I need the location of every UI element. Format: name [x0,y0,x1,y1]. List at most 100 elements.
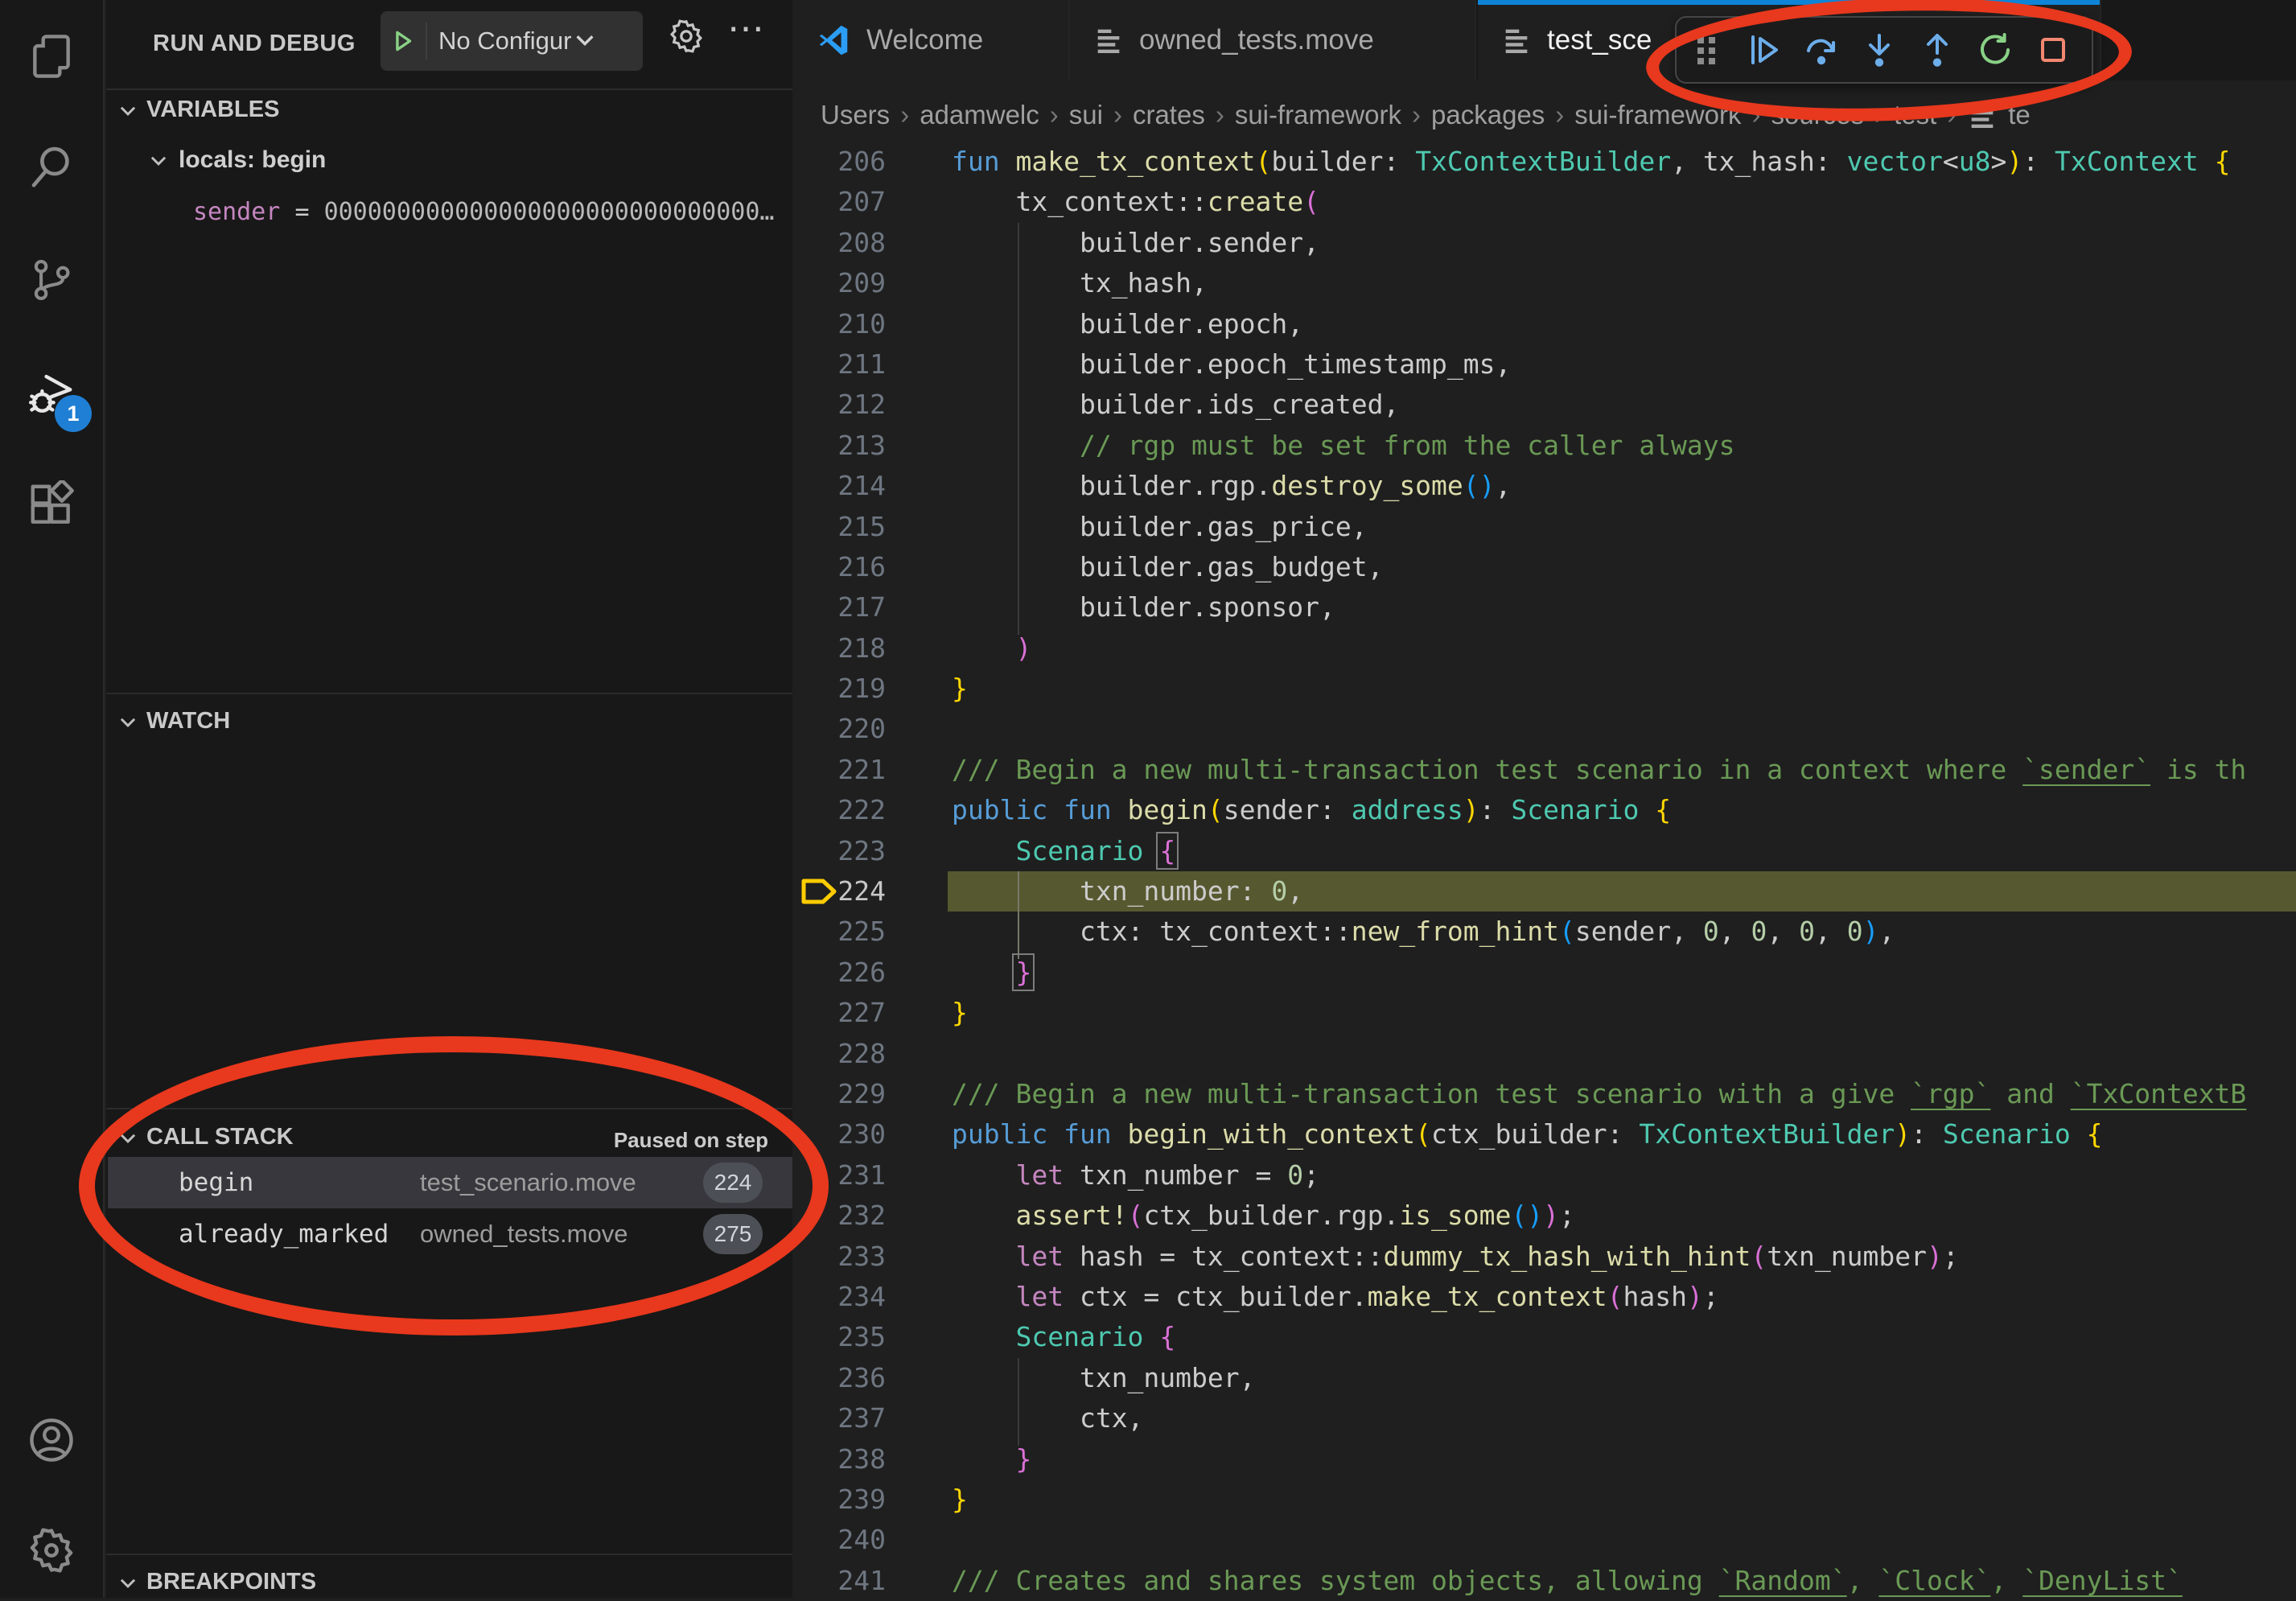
line-number[interactable]: 234 [792,1277,952,1317]
watch-section-header[interactable]: WATCH [117,708,230,735]
stop[interactable] [2024,18,2082,82]
code-line-223[interactable]: 223 Scenario { [792,831,2296,871]
tab-owned-tests-move[interactable]: owned_tests.move [1070,0,1476,80]
line-number[interactable]: 230 [792,1114,952,1154]
line-number[interactable]: 218 [792,628,952,669]
code-line-218[interactable]: 218 ) [792,628,2296,669]
line-number[interactable]: 217 [792,587,952,628]
line-number[interactable]: 231 [792,1155,952,1196]
line-number[interactable]: 219 [792,669,952,709]
code-line-226[interactable]: 226 } [792,953,2296,993]
breadcrumb-item[interactable]: adamwelc [920,100,1039,130]
line-number[interactable]: 211 [792,344,952,385]
code-line-208[interactable]: 208 builder.sender, [792,223,2296,263]
step-out[interactable] [1908,18,1966,82]
code-line-236[interactable]: 236 txn_number, [792,1358,2296,1398]
code-line-216[interactable]: 216 builder.gas_budget, [792,547,2296,587]
code-line-230[interactable]: 230public fun begin_with_context(ctx_bui… [792,1114,2296,1154]
variable-row[interactable]: sender = 000000000000000000000000000000… [193,198,774,226]
line-number[interactable]: 210 [792,304,952,344]
code-line-241[interactable]: 241/// Creates and shares system objects… [792,1561,2296,1601]
line-number[interactable]: 229 [792,1074,952,1114]
line-number[interactable]: 223 [792,831,952,871]
breadcrumb-item[interactable]: Users [821,100,890,130]
activity-bar-account[interactable] [0,1396,103,1484]
line-number[interactable]: 226 [792,953,952,993]
activity-bar-run-and-debug[interactable]: 1 [0,350,103,438]
code-area[interactable]: 206fun make_tx_context(builder: TxContex… [792,142,2296,1601]
line-number[interactable]: 227 [792,993,952,1033]
line-number[interactable]: 232 [792,1196,952,1236]
line-number[interactable]: 214 [792,466,952,506]
code-line-215[interactable]: 215 builder.gas_price, [792,507,2296,547]
code-line-239[interactable]: 239} [792,1480,2296,1520]
activity-bar-explorer[interactable] [0,12,103,101]
code-line-217[interactable]: 217 builder.sponsor, [792,587,2296,628]
line-number[interactable]: 207 [792,182,952,222]
line-number[interactable]: 213 [792,426,952,466]
step-into[interactable] [1850,18,1908,82]
breadcrumb-item[interactable]: crates [1133,100,1205,130]
call-stack-frame[interactable]: begin test_scenario.move 224 [108,1157,792,1208]
start-debugging-button[interactable] [381,23,427,60]
code-line-232[interactable]: 232 assert!(ctx_builder.rgp.is_some()); [792,1196,2296,1236]
line-number[interactable]: 208 [792,223,952,263]
code-line-231[interactable]: 231 let txn_number = 0; [792,1155,2296,1196]
activity-bar-manage[interactable] [0,1506,103,1595]
code-line-233[interactable]: 233 let hash = tx_context::dummy_tx_hash… [792,1237,2296,1277]
code-line-214[interactable]: 214 builder.rgp.destroy_some(), [792,466,2296,506]
breadcrumb-item[interactable]: sources [1771,100,1865,130]
breadcrumb-item[interactable]: packages [1431,100,1545,130]
more-actions-icon[interactable]: ⋯ [727,6,767,50]
activity-bar-search[interactable] [0,122,103,211]
code-line-224[interactable]: 224 txn_number: 0, [792,871,2296,912]
code-line-207[interactable]: 207 tx_context::create( [792,182,2296,222]
line-number[interactable]: 222 [792,790,952,830]
breakpoints-section-header[interactable]: BREAKPOINTS [117,1569,316,1595]
restart[interactable] [1966,18,2024,82]
line-number[interactable]: 212 [792,385,952,425]
line-number[interactable]: 233 [792,1237,952,1277]
line-number[interactable]: 235 [792,1317,952,1357]
code-line-222[interactable]: 222public fun begin(sender: address): Sc… [792,790,2296,830]
line-number[interactable]: 241 [792,1561,952,1601]
debug-configuration-dropdown[interactable]: No Configur [381,11,643,71]
breadcrumb-item[interactable]: sui [1069,100,1103,130]
code-line-211[interactable]: 211 builder.epoch_timestamp_ms, [792,344,2296,385]
variables-section-header[interactable]: VARIABLES [117,97,279,123]
code-line-229[interactable]: 229/// Begin a new multi-transaction tes… [792,1074,2296,1114]
breadcrumb-file[interactable]: te [1966,99,2031,131]
code-line-228[interactable]: 228 [792,1034,2296,1074]
code-line-225[interactable]: 225 ctx: tx_context::new_from_hint(sende… [792,912,2296,952]
debug-settings-gear-icon[interactable] [668,18,705,59]
line-number[interactable]: 240 [792,1520,952,1560]
breadcrumb-item[interactable]: sui-framework [1574,100,1741,130]
code-line-237[interactable]: 237 ctx, [792,1398,2296,1438]
line-number[interactable]: 238 [792,1439,952,1480]
code-line-210[interactable]: 210 builder.epoch, [792,304,2296,344]
breadcrumb-item[interactable]: test [1894,100,1936,130]
variables-scope-row[interactable]: locals: begin [148,146,326,174]
line-number[interactable]: 228 [792,1034,952,1074]
code-line-238[interactable]: 238 } [792,1439,2296,1480]
code-line-220[interactable]: 220 [792,709,2296,749]
continue[interactable] [1734,18,1792,82]
activity-bar-extensions[interactable] [0,461,103,549]
code-line-240[interactable]: 240 [792,1520,2296,1560]
line-number[interactable]: 239 [792,1480,952,1520]
line-number[interactable]: 236 [792,1358,952,1398]
line-number[interactable]: 220 [792,709,952,749]
line-number[interactable]: 209 [792,263,952,303]
breadcrumb[interactable]: Users›adamwelc›sui›crates›sui-framework›… [792,80,2296,150]
tab-welcome[interactable]: Welcome [792,0,1070,80]
code-line-235[interactable]: 235 Scenario { [792,1317,2296,1357]
line-number[interactable]: 215 [792,507,952,547]
line-number[interactable]: 237 [792,1398,952,1438]
step-over[interactable] [1792,18,1850,82]
code-line-213[interactable]: 213 // rgp must be set from the caller a… [792,426,2296,466]
code-line-209[interactable]: 209 tx_hash, [792,263,2296,303]
call-stack-frame[interactable]: already_marked owned_tests.move 275 [108,1208,792,1260]
code-line-227[interactable]: 227} [792,993,2296,1033]
code-line-219[interactable]: 219} [792,669,2296,709]
line-number[interactable]: 221 [792,750,952,790]
